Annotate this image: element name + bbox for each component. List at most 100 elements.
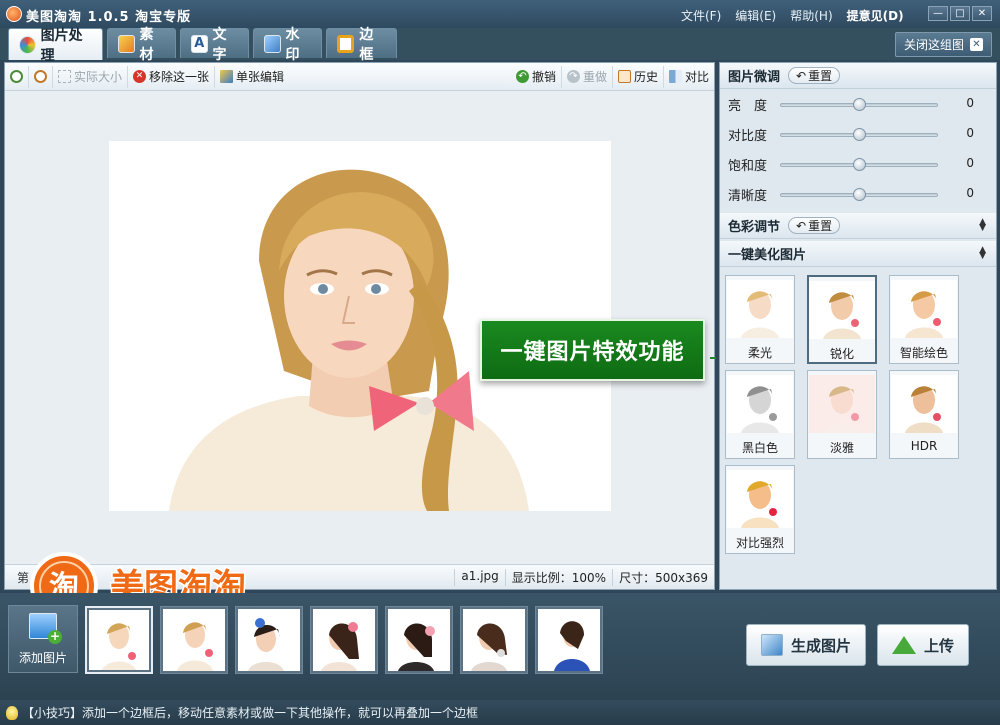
thumbnail-item[interactable] [460,606,528,674]
tab-text[interactable]: A 文字 [180,27,249,63]
menu-feedback[interactable]: 提意见(D) [847,7,904,24]
reset-label: 重置 [808,219,833,233]
saturation-track[interactable] [780,158,938,171]
effect-black-white[interactable]: 黑白色 [725,370,795,459]
toolbar-right: ↶ 撤销 ↷ 重做 历史 对比 [511,65,714,88]
history-button[interactable]: 历史 [611,65,663,88]
image-canvas[interactable]: 一键图片特效功能 [5,91,800,564]
single-edit-label: 单张编辑 [236,70,285,84]
zoom-out-button[interactable] [29,65,53,88]
effect-label: 淡雅 [829,441,854,455]
effect-preview [891,280,957,338]
sharpness-track[interactable] [780,188,938,201]
slider-value: 0 [966,156,974,170]
close-group-button[interactable]: 关闭这组图 ✕ [894,32,992,57]
compare-button[interactable]: 对比 [662,65,714,88]
menu-edit[interactable]: 编辑(E) [735,7,776,24]
status-right: a1.jpg 显示比例：100% 尺寸：500x369 [454,568,714,586]
menu-bar: 文件(F) 编辑(E) 帮助(H) 提意见(D) [681,7,904,24]
upload-label: 上传 [924,636,955,655]
add-photo-button[interactable]: 添加图片 [8,605,78,673]
fine-tune-title: 图片微调 [728,70,781,85]
redo-label: 重做 [582,70,607,84]
slider-brightness: 亮 度 0 [720,89,996,119]
effect-soft-light[interactable]: 柔光 [725,275,795,364]
sharpness-thumb[interactable] [853,188,866,201]
thumbnail-item[interactable] [160,606,228,674]
generate-label: 生成图片 [791,636,852,655]
menu-file[interactable]: 文件(F) [681,7,721,24]
undo-icon: ↶ [515,70,529,83]
thumbnail-item[interactable] [235,606,303,674]
effect-sharpen[interactable]: 锐化 [807,275,877,364]
effect-hdr[interactable]: HDR [889,370,959,459]
upload-arrow-icon [892,636,916,654]
effect-preview [809,375,875,433]
effect-preview [727,280,793,338]
saturation-thumb[interactable] [853,158,866,171]
fine-tune-reset-button[interactable]: ↶ 重置 [788,67,841,84]
color-adjust-title: 色彩调节 [728,220,781,235]
tab-watermark[interactable]: 水印 [253,27,322,63]
menu-help[interactable]: 帮助(H) [790,7,832,24]
add-photo-icon [29,613,62,644]
thumbnail-item[interactable] [310,606,378,674]
effect-label: 柔光 [747,346,772,360]
generate-image-button[interactable]: 生成图片 [746,624,867,666]
color-reset-button[interactable]: ↶ 重置 [788,217,841,234]
upload-button[interactable]: 上传 [877,624,970,666]
app-window: 美图淘淘 1.0.5 淘宝专版 文件(F) 编辑(E) 帮助(H) 提意见(D)… [0,0,1000,725]
single-edit-button[interactable]: 单张编辑 [215,66,289,88]
tab-label: 图片处理 [40,27,83,64]
maximize-button[interactable]: □ [950,6,970,21]
slider-saturation: 饱和度 0 [720,149,996,179]
slider-sharpness: 清晰度 0 [720,179,996,209]
color-adjust-header[interactable]: 色彩调节 ↶ 重置 ▲ ▼ [720,213,996,239]
fine-tune-header: 图片微调 ↶ 重置 [720,63,996,89]
thumbnail-strip: 添加图片 生成图片 上传 [0,593,1000,700]
editor-area: 实际大小 ✕ 移除这一张 单张编辑 ↶ 撤销 ↷ 重做 历史 对比 一键图片特效… [4,62,800,590]
effect-high-contrast[interactable]: 对比强烈 [725,465,795,554]
undo-label: 撤销 [531,70,556,84]
remove-one-button[interactable]: ✕ 移除这一张 [128,65,216,88]
thumbnail-item[interactable] [85,606,153,674]
redo-button[interactable]: ↷ 重做 [560,65,612,88]
effect-preview [727,470,793,528]
effect-preview [727,375,793,433]
contrast-thumb[interactable] [853,128,866,141]
tab-frame[interactable]: 边框 [326,27,397,63]
actual-size-label: 实际大小 [74,70,123,84]
actual-size-button[interactable]: 实际大小 [53,65,129,88]
history-icon [617,70,631,83]
tab-image-process[interactable]: 图片处理 [8,28,103,64]
undo-button[interactable]: ↶ 撤销 [511,66,561,88]
slider-value: 0 [966,186,974,200]
zoom-level: 显示比例：100% [504,568,612,586]
expand-collapse-icon[interactable]: ▲ ▼ [979,218,986,233]
thumbnail-item[interactable] [385,606,453,674]
edit-icon [220,70,234,83]
brightness-thumb[interactable] [853,98,866,111]
minimize-button[interactable]: — [928,6,948,21]
editor-toolbar: 实际大小 ✕ 移除这一张 单张编辑 ↶ 撤销 ↷ 重做 历史 对比 [5,63,714,91]
effect-elegant[interactable]: 淡雅 [807,370,877,459]
zoom-in-button[interactable] [5,65,29,88]
slider-contrast: 对比度 0 [720,119,996,149]
frame-icon [337,34,355,53]
close-icon: ✕ [970,38,983,51]
slider-value: 0 [966,126,974,140]
tab-material[interactable]: 素材 [107,27,176,63]
compare-label: 对比 [684,70,709,84]
brightness-track[interactable] [780,98,938,111]
thumbnail-item[interactable] [535,606,603,674]
expand-collapse-icon[interactable]: ▲ ▼ [979,246,986,261]
contrast-track[interactable] [780,128,938,141]
effect-smart-color[interactable]: 智能绘色 [889,275,959,364]
tip-text: 【小技巧】添加一个边框后，移动任意素材或做一下其他操作，就可以再叠加一个边框 [22,706,479,720]
history-label: 历史 [633,70,658,84]
one-click-header[interactable]: 一键美化图片 ▲ ▼ [720,241,996,267]
file-name: a1.jpg [454,568,504,586]
close-window-button[interactable]: ✕ [972,6,992,21]
zoom-out-icon [34,70,47,83]
reset-icon: ↶ [796,68,807,83]
